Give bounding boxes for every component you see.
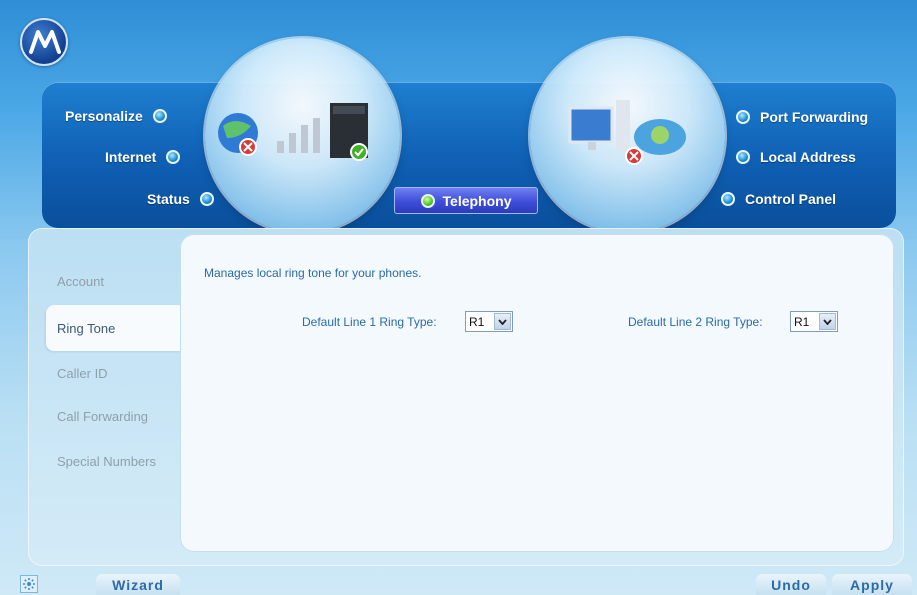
nav-control-panel[interactable]: Control Panel: [721, 191, 836, 207]
line1-ring-value: R1: [469, 314, 485, 329]
nav-status[interactable]: Status: [147, 191, 214, 207]
side-tab-label: Special Numbers: [57, 453, 156, 469]
ring-tone-panel: [180, 234, 894, 552]
nav-port-forwarding[interactable]: Port Forwarding: [736, 109, 868, 125]
nav-internet[interactable]: Internet: [105, 149, 181, 165]
help-icon[interactable]: [20, 575, 38, 593]
nav-personalize-label: Personalize: [65, 108, 143, 124]
nav-port-forwarding-label: Port Forwarding: [760, 109, 869, 125]
undo-button[interactable]: Undo: [756, 574, 826, 595]
nav-dot-icon: [736, 150, 750, 164]
nav-dot-icon: [166, 150, 181, 164]
side-tab-call-forwarding[interactable]: Call Forwarding: [46, 393, 180, 439]
chevron-down-icon[interactable]: [494, 313, 511, 330]
nav-telephony-label: Telephony: [442, 192, 512, 209]
nav-telephony-active[interactable]: Telephony: [394, 187, 538, 214]
home-network-bubble: [205, 38, 400, 233]
line2-ring-select[interactable]: R1: [790, 311, 838, 332]
telephony-bubble: [530, 38, 725, 233]
line1-ring-select[interactable]: R1: [465, 311, 513, 332]
apply-button[interactable]: Apply: [832, 574, 912, 595]
phone-computer-icon: [568, 100, 686, 165]
nav-personalize[interactable]: Personalize: [65, 108, 167, 124]
nav-local-address-label: Local Address: [760, 149, 856, 165]
side-tab-label: Account: [57, 273, 104, 289]
motorola-logo: [20, 18, 68, 66]
chevron-down-icon[interactable]: [819, 313, 836, 330]
side-tab-label: Ring Tone: [57, 320, 116, 336]
active-dot-icon: [420, 193, 435, 208]
nav-control-panel-label: Control Panel: [745, 191, 837, 207]
network-status-icon: [218, 103, 368, 161]
nav-status-label: Status: [147, 191, 190, 207]
nav-dot-icon: [152, 109, 167, 123]
nav-local-address[interactable]: Local Address: [736, 149, 856, 165]
nav-internet-label: Internet: [105, 149, 157, 165]
line1-ring-label: Default Line 1 Ring Type:: [302, 315, 437, 329]
line2-ring-label: Default Line 2 Ring Type:: [628, 315, 763, 329]
wizard-button[interactable]: Wizard: [96, 574, 180, 595]
nav-dot-icon: [721, 192, 735, 206]
side-tab-special-numbers[interactable]: Special Numbers: [46, 438, 180, 484]
side-tab-account[interactable]: Account: [46, 258, 180, 304]
side-tab-caller-id[interactable]: Caller ID: [46, 350, 180, 396]
side-tab-label: Caller ID: [57, 365, 108, 381]
nav-dot-icon: [199, 192, 214, 206]
panel-description: Manages local ring tone for your phones.: [204, 266, 422, 280]
line2-ring-value: R1: [794, 314, 810, 329]
side-tab-label: Call Forwarding: [57, 408, 149, 424]
side-tab-ring-tone[interactable]: Ring Tone: [46, 305, 180, 351]
nav-dot-icon: [736, 110, 750, 124]
